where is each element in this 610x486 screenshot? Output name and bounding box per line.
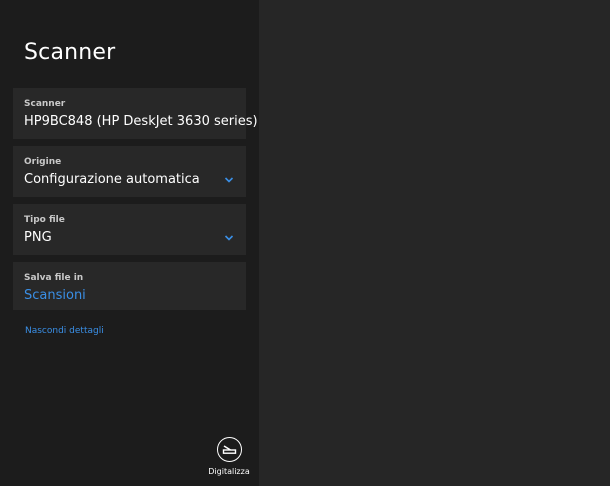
scanner-selector[interactable]: Scanner HP9BC848 (HP DeskJet 3630 series…	[13, 88, 258, 139]
scanner-label: Scanner	[24, 99, 66, 109]
source-dropdown[interactable]: Origine Configurazione automatica	[13, 146, 246, 197]
source-value: Configurazione automatica	[24, 172, 200, 187]
scan-button[interactable]: Digitalizza	[207, 437, 251, 481]
hide-details-link[interactable]: Nascondi dettagli	[25, 325, 104, 337]
chevron-down-icon	[224, 235, 234, 241]
scanner-value: HP9BC848 (HP DeskJet 3630 series)	[24, 114, 258, 129]
preview-area	[259, 0, 610, 486]
page-title: Scanner	[24, 40, 116, 65]
source-label: Origine	[24, 157, 62, 167]
file-type-label: Tipo file	[24, 215, 65, 225]
scanner-icon	[216, 437, 242, 462]
save-location-label: Salva file in	[24, 273, 84, 283]
settings-pane: Scanner Scanner HP9BC848 (HP DeskJet 363…	[0, 0, 259, 486]
save-location-field: Salva file in Scansioni	[13, 262, 246, 310]
file-type-dropdown[interactable]: Tipo file PNG	[13, 204, 246, 255]
file-type-value: PNG	[24, 230, 52, 245]
scan-button-label: Digitalizza	[208, 467, 250, 476]
chevron-down-icon	[224, 177, 234, 183]
scanner-app: Scanner Scanner HP9BC848 (HP DeskJet 363…	[0, 0, 610, 486]
save-location-link[interactable]: Scansioni	[24, 287, 86, 305]
